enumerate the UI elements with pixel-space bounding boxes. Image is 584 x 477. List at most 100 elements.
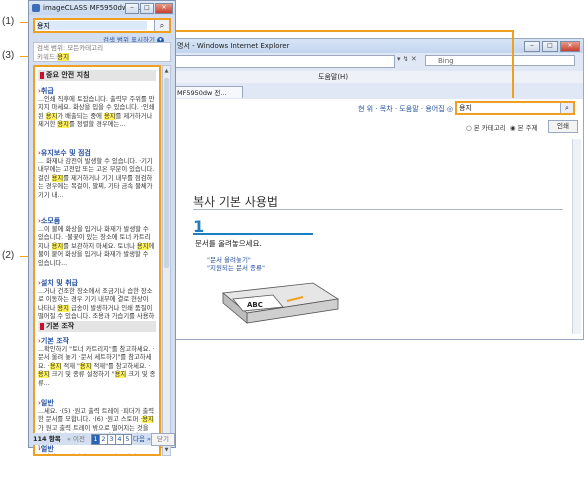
- result-title-text: 취급: [40, 87, 54, 95]
- ie-tab[interactable]: MF5950dw 전...: [173, 86, 243, 98]
- close-button[interactable]: ✕: [560, 41, 580, 52]
- radio-category[interactable]: ○ 본 카테고리: [466, 124, 506, 132]
- result-title[interactable]: ›소모품: [38, 217, 156, 226]
- minimize-button[interactable]: ‒: [524, 41, 540, 52]
- address-field[interactable]: [173, 55, 395, 68]
- keyword-highlight: 용지: [103, 112, 116, 120]
- ie-content: 현 위 · 목차 · 도움말 · 용어집 ◎ 용지 ⌕ ○ 본 카테고리 ◉ 본…: [173, 99, 583, 339]
- refresh-icon[interactable]: ▾ ↯ ✕: [397, 55, 417, 63]
- result-item[interactable]: ›기본 조작 ...확인하기 "토너 카트리지"를 참고하세요. ·문서 올려 놓…: [38, 337, 156, 388]
- result-item[interactable]: ›소모품 ...이 불에 화상을 입거나 화재가 발생할 수 있습니다. ·불꽃이…: [38, 217, 156, 268]
- scanner-illustration: ABC: [222, 282, 340, 324]
- keyword-label: 키워드:: [37, 53, 58, 61]
- step-divider: [193, 233, 313, 235]
- section-heading: 중요 안전 지침: [38, 70, 156, 81]
- help-close-button[interactable]: ✕: [155, 3, 173, 14]
- title-divider: [193, 209, 563, 210]
- keyword-highlight: 용지: [57, 304, 69, 312]
- result-title[interactable]: ›일반: [38, 399, 156, 408]
- callout-1-leader: [20, 22, 28, 23]
- results-scrollbar[interactable]: ▲ ▼: [162, 65, 171, 456]
- ie-scrollbar[interactable]: [572, 139, 581, 334]
- bing-search-field[interactable]: Bing: [425, 55, 575, 66]
- radio-subject[interactable]: ◉ 본 주제: [510, 124, 538, 132]
- result-title[interactable]: ›기본 조작: [38, 337, 156, 346]
- ie-search-input[interactable]: 용지: [459, 104, 472, 112]
- keyword-highlight: 용지: [49, 362, 62, 370]
- page-5[interactable]: 5: [123, 434, 132, 445]
- snippet-text: 를 보관하지 마세요. 토너나: [63, 242, 137, 250]
- print-button[interactable]: 인쇄: [548, 120, 578, 133]
- ie-tabbar: MF5950dw 전...: [173, 85, 583, 99]
- result-snippet: ... 화재나 감전이 발생할 수 있습니다. ·기기 내부에는 고전압 또는 …: [38, 158, 156, 200]
- prev-page-link[interactable]: « 이전: [67, 433, 85, 445]
- result-title-text: 일반: [40, 399, 54, 407]
- result-item[interactable]: ›유지보수 및 점검... 화재나 감전이 발생할 수 있습니다. ·기기 내부…: [38, 149, 156, 200]
- search-icon[interactable]: ⌕: [154, 20, 169, 31]
- snippet-text: 가 배출되는 중에: [57, 112, 104, 120]
- help-window: imageCLASS MF5950dw 전... ‒ □ ✕ ⌕ 검색 범위 표…: [28, 0, 176, 456]
- maximize-button[interactable]: □: [542, 41, 558, 52]
- result-title[interactable]: ›유지보수 및 점검: [38, 149, 156, 158]
- result-title[interactable]: ›일반: [38, 445, 156, 454]
- callout-3-leader: [20, 56, 28, 57]
- snippet-text: ...세요. ·(5) ·원고 출력 트레이 ·피더가 출력한 문서를 모합니다…: [38, 408, 155, 424]
- keyword-highlight: 용지: [51, 174, 64, 182]
- help-search-input[interactable]: [37, 21, 147, 30]
- search-scope-label: 검색 범위: 모든카테고리: [37, 44, 104, 52]
- ie-titlebar: 명서 - Windows Internet Explorer ‒ □ ✕: [173, 39, 583, 53]
- results-pager: 114 항목 « 이전 1 2 3 4 5 다음 » 닫기: [33, 433, 175, 446]
- search-icon[interactable]: ⌕: [560, 103, 573, 113]
- result-snippet: ...확인하기 "토너 카트리지"를 참고하세요. ·문서 올려 놓기 ·문서 …: [38, 346, 156, 388]
- scroll-up-icon[interactable]: ▲: [164, 68, 169, 74]
- search-scope-info: 검색 범위: 모든카테고리 키워드:용지: [33, 42, 171, 62]
- app-icon: [32, 4, 40, 12]
- ie-menubar: 도움말(H): [173, 71, 583, 83]
- result-snippet: ...이 불에 화상을 입거나 화재가 발생할 수 있습니다. ·불꽃이 있는 …: [38, 226, 156, 268]
- menu-help[interactable]: 도움말(H): [318, 73, 348, 81]
- keyword-line: 키워드:용지: [37, 53, 167, 62]
- result-item[interactable]: ›일반...설정 오류입니다. ·(6) ·종이 트레이 ·스토퍼를 열어 ..…: [38, 445, 156, 456]
- keyword-highlight: 용지: [51, 242, 64, 250]
- nav-links[interactable]: 현 위 · 목차 · 도움말 · 용어집 ◎: [358, 104, 453, 114]
- keyword-highlight: 용지: [79, 362, 92, 370]
- result-snippet: ...설정 오류입니다. ·(6) ·종이 트레이 ·스토퍼를 열어 ...: [38, 454, 156, 456]
- ie-window: 명서 - Windows Internet Explorer ‒ □ ✕ ▾ ↯…: [172, 38, 584, 340]
- result-title-text: 일반: [40, 445, 54, 453]
- result-title[interactable]: ›취급: [38, 87, 156, 96]
- help-titlebar: imageCLASS MF5950dw 전... ‒ □ ✕: [29, 1, 175, 15]
- bing-label: Bing: [438, 57, 454, 65]
- ie-search-box[interactable]: 용지 ⌕: [455, 101, 575, 115]
- keyword-highlight: 용지: [57, 121, 69, 129]
- step-text: 문서를 올려놓으세요.: [195, 239, 262, 248]
- help-maximize-button[interactable]: □: [140, 3, 154, 14]
- radio-category-label: 본 카테고리: [473, 124, 506, 132]
- callout-1: (1): [2, 16, 15, 27]
- snippet-text: ...설정 오류입니다. ·(6) ·종이 트레이 ·스토퍼를 열어 ...: [38, 454, 152, 456]
- result-title[interactable]: ›설치 및 취급: [38, 279, 156, 288]
- next-page-link[interactable]: 다음 »: [133, 433, 151, 445]
- doc-title: 복사 기본 사용법: [193, 195, 278, 209]
- keyword-highlight: 용지: [114, 371, 127, 379]
- keyword-highlight: 용지: [45, 112, 58, 120]
- leader-right: [512, 30, 514, 98]
- snippet-text: 적재"를 참고하세요. ·: [91, 362, 151, 370]
- result-item[interactable]: ›취급 ...인쇄 직후에 토잡습니다. 출력부 주위를 만지지 마세요. 화상을…: [38, 87, 156, 130]
- scroll-down-icon[interactable]: ▼: [164, 447, 169, 453]
- ie-address-bar: ▾ ↯ ✕ Bing: [173, 53, 583, 69]
- snippet-text: 적재 ": [61, 362, 80, 370]
- help-minimize-button[interactable]: ‒: [125, 3, 139, 14]
- callout-3: (3): [2, 50, 15, 61]
- snippet-text: 크기 및 종류 설정하기 ": [49, 371, 115, 379]
- keyword-value: 용지: [57, 53, 70, 61]
- help-search-box: ⌕: [33, 18, 171, 33]
- section-heading: 기본 조작: [38, 321, 156, 332]
- keyword-highlight: 용지: [136, 242, 149, 250]
- close-results-button[interactable]: 닫기: [151, 433, 175, 446]
- result-title-text: 기본 조작: [40, 337, 70, 345]
- link-supported-documents[interactable]: "지원되는 문서 종류": [207, 262, 265, 272]
- scroll-thumb[interactable]: [164, 78, 169, 268]
- callout-2: (2): [2, 250, 15, 261]
- radio-subject-label: 본 주제: [517, 124, 538, 132]
- result-title-text: 설치 및 취급: [40, 279, 78, 287]
